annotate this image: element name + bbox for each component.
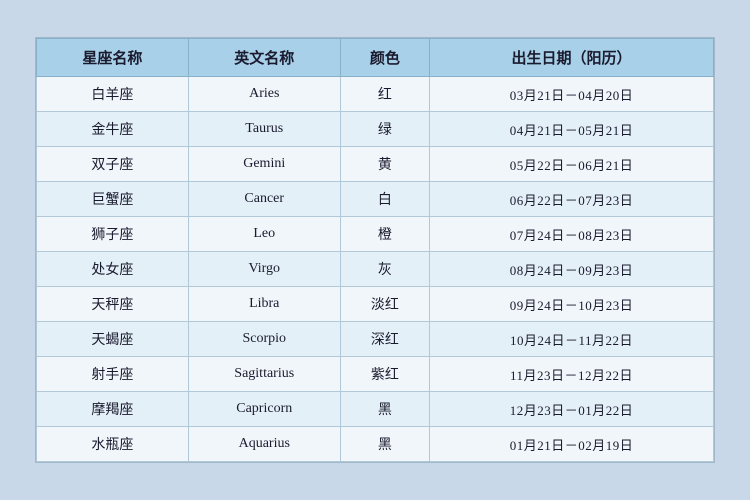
cell-dates: 04月21日－05月21日 [430, 112, 714, 147]
cell-english-name: Aries [188, 77, 340, 112]
table-row: 摩羯座Capricorn黑12月23日－01月22日 [37, 392, 714, 427]
table-row: 巨蟹座Cancer白06月22日－07月23日 [37, 182, 714, 217]
table-body: 白羊座Aries红03月21日－04月20日金牛座Taurus绿04月21日－0… [37, 77, 714, 462]
cell-dates: 03月21日－04月20日 [430, 77, 714, 112]
zodiac-table: 星座名称 英文名称 颜色 出生日期（阳历） 白羊座Aries红03月21日－04… [36, 38, 714, 462]
table-row: 天蝎座Scorpio深红10月24日－11月22日 [37, 322, 714, 357]
table-row: 天秤座Libra淡红09月24日－10月23日 [37, 287, 714, 322]
cell-english-name: Sagittarius [188, 357, 340, 392]
cell-chinese-name: 天蝎座 [37, 322, 189, 357]
cell-color: 黄 [340, 147, 429, 182]
cell-dates: 06月22日－07月23日 [430, 182, 714, 217]
cell-dates: 10月24日－11月22日 [430, 322, 714, 357]
cell-english-name: Cancer [188, 182, 340, 217]
table-row: 水瓶座Aquarius黑01月21日－02月19日 [37, 427, 714, 462]
cell-color: 橙 [340, 217, 429, 252]
header-chinese-name: 星座名称 [37, 39, 189, 77]
cell-chinese-name: 摩羯座 [37, 392, 189, 427]
cell-color: 白 [340, 182, 429, 217]
cell-chinese-name: 白羊座 [37, 77, 189, 112]
cell-english-name: Capricorn [188, 392, 340, 427]
cell-dates: 07月24日－08月23日 [430, 217, 714, 252]
cell-color: 红 [340, 77, 429, 112]
header-color: 颜色 [340, 39, 429, 77]
cell-color: 绿 [340, 112, 429, 147]
cell-color: 深红 [340, 322, 429, 357]
table-header-row: 星座名称 英文名称 颜色 出生日期（阳历） [37, 39, 714, 77]
cell-english-name: Gemini [188, 147, 340, 182]
cell-english-name: Scorpio [188, 322, 340, 357]
cell-color: 灰 [340, 252, 429, 287]
cell-chinese-name: 处女座 [37, 252, 189, 287]
cell-chinese-name: 狮子座 [37, 217, 189, 252]
table-row: 处女座Virgo灰08月24日－09月23日 [37, 252, 714, 287]
cell-english-name: Taurus [188, 112, 340, 147]
table-row: 双子座Gemini黄05月22日－06月21日 [37, 147, 714, 182]
cell-dates: 01月21日－02月19日 [430, 427, 714, 462]
cell-english-name: Libra [188, 287, 340, 322]
table-row: 射手座Sagittarius紫红11月23日－12月22日 [37, 357, 714, 392]
cell-english-name: Aquarius [188, 427, 340, 462]
cell-english-name: Virgo [188, 252, 340, 287]
zodiac-table-container: 星座名称 英文名称 颜色 出生日期（阳历） 白羊座Aries红03月21日－04… [35, 37, 715, 463]
cell-dates: 09月24日－10月23日 [430, 287, 714, 322]
cell-color: 黑 [340, 392, 429, 427]
cell-dates: 12月23日－01月22日 [430, 392, 714, 427]
cell-dates: 08月24日－09月23日 [430, 252, 714, 287]
cell-chinese-name: 射手座 [37, 357, 189, 392]
header-dates: 出生日期（阳历） [430, 39, 714, 77]
header-english-name: 英文名称 [188, 39, 340, 77]
cell-english-name: Leo [188, 217, 340, 252]
cell-dates: 05月22日－06月21日 [430, 147, 714, 182]
cell-chinese-name: 双子座 [37, 147, 189, 182]
cell-color: 紫红 [340, 357, 429, 392]
table-row: 狮子座Leo橙07月24日－08月23日 [37, 217, 714, 252]
cell-color: 黑 [340, 427, 429, 462]
table-row: 白羊座Aries红03月21日－04月20日 [37, 77, 714, 112]
cell-chinese-name: 水瓶座 [37, 427, 189, 462]
cell-chinese-name: 金牛座 [37, 112, 189, 147]
cell-chinese-name: 巨蟹座 [37, 182, 189, 217]
cell-color: 淡红 [340, 287, 429, 322]
cell-dates: 11月23日－12月22日 [430, 357, 714, 392]
table-row: 金牛座Taurus绿04月21日－05月21日 [37, 112, 714, 147]
cell-chinese-name: 天秤座 [37, 287, 189, 322]
